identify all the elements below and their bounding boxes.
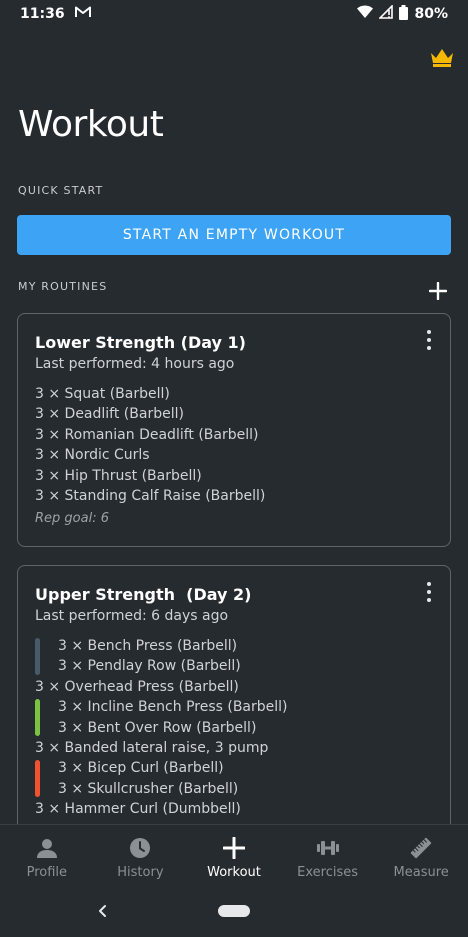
page-title: Workout: [18, 104, 164, 145]
exercise-item: 3 × Incline Bench Press (Barbell): [58, 699, 288, 716]
nav-item-profile[interactable]: Profile: [0, 825, 94, 889]
add-routine-button[interactable]: [425, 278, 451, 304]
crown-icon[interactable]: [429, 46, 455, 68]
nav-item-measure[interactable]: Measure: [374, 825, 468, 889]
exercise-item: 3 × Overhead Press (Barbell): [35, 678, 239, 695]
nav-item-exercises[interactable]: Exercises: [281, 825, 375, 889]
person-icon: [35, 836, 59, 860]
routine-last-performed: Last performed: 6 days ago: [35, 608, 229, 624]
nav-label: Workout: [207, 865, 261, 880]
exercise-item: 3 × Bench Press (Barbell): [58, 638, 238, 654]
nav-item-workout[interactable]: Workout: [187, 825, 281, 889]
start-empty-workout-button[interactable]: START AN EMPTY WORKOUT: [17, 215, 451, 255]
routine-title: Lower Strength (Day 1): [35, 333, 246, 352]
exercise-item: 3 × Bicep Curl (Barbell): [58, 760, 224, 777]
routine-card[interactable]: Lower Strength (Day 1) Last performed: 4…: [17, 313, 451, 547]
wifi-icon: [357, 5, 374, 23]
exercise-item: 3 × Bent Over Row (Barbell): [58, 719, 257, 736]
exercise-item: 3 × Pendlay Row (Barbell): [58, 658, 241, 675]
rep-goal: Rep goal: 6: [35, 511, 109, 526]
nav-label: Exercises: [297, 865, 359, 880]
exercise-item: 3 × Romanian Deadlift (Barbell): [35, 426, 259, 443]
clock-icon: [128, 836, 152, 860]
exercise-item: 3 × Banded lateral raise, 3 pump: [35, 739, 269, 756]
exercise-item: 3 × Hip Thrust (Barbell): [35, 467, 202, 484]
status-time: 11:36: [20, 6, 65, 22]
exercise-item: 3 × Hammer Curl (Dumbbell): [35, 801, 241, 818]
quick-start-label: QUICK START: [18, 184, 104, 197]
exercise-list: 3 × Bench Press (Barbell) 3 × Pendlay Ro…: [35, 636, 434, 820]
gmail-icon: [74, 6, 91, 22]
status-bar: 11:36 80%: [0, 0, 468, 28]
nav-item-history[interactable]: History: [94, 825, 188, 889]
exercise-item: 3 × Nordic Curls: [35, 447, 150, 464]
home-pill[interactable]: [218, 905, 250, 917]
battery-icon: [399, 4, 409, 24]
more-options-icon[interactable]: [424, 330, 434, 350]
more-options-icon[interactable]: [424, 582, 434, 602]
system-navigation-bar: [0, 889, 468, 937]
exercise-item: 3 × Skullcrusher (Barbell): [58, 780, 239, 797]
routine-last-performed: Last performed: 4 hours ago: [35, 356, 235, 372]
my-routines-label: MY ROUTINES: [18, 280, 108, 293]
plus-icon: [429, 282, 447, 300]
signal-icon: [378, 4, 394, 23]
exercise-list: 3 × Squat (Barbell) 3 × Deadlift (Barbel…: [35, 384, 434, 506]
ruler-icon: [409, 836, 433, 860]
nav-label: History: [117, 865, 164, 880]
plus-icon: [222, 836, 246, 860]
routine-title: Upper Strength (Day 2): [35, 585, 252, 604]
exercise-item: 3 × Deadlift (Barbell): [35, 406, 184, 423]
exercise-item: 3 × Standing Calf Raise (Barbell): [35, 487, 266, 504]
back-chevron-icon[interactable]: [96, 903, 110, 919]
battery-percent: 80%: [414, 6, 448, 22]
exercise-item: 3 × Squat (Barbell): [35, 386, 170, 402]
dumbbell-icon: [316, 836, 340, 860]
nav-label: Profile: [26, 865, 67, 880]
bottom-navigation: Profile History Workout Exercises Measur…: [0, 824, 468, 889]
nav-label: Measure: [393, 865, 449, 880]
routine-card[interactable]: Upper Strength (Day 2) Last performed: 6…: [17, 565, 451, 855]
